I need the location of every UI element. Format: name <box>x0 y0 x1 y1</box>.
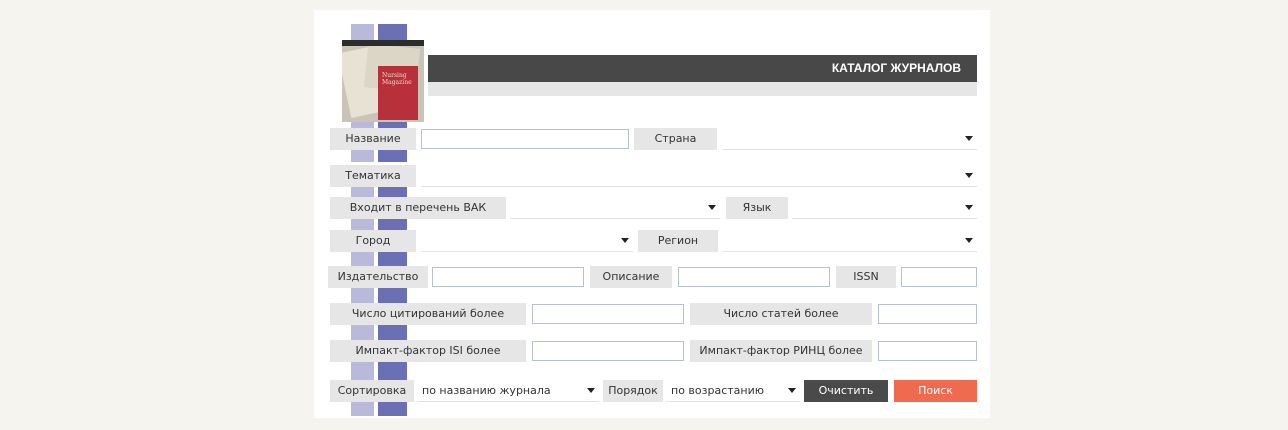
isi-label: Импакт-фактор ISI более <box>330 340 526 362</box>
region-label: Регион <box>638 230 718 252</box>
header-bar: КАТАЛОГ ЖУРНАЛОВ <box>428 55 977 82</box>
isi-input[interactable] <box>532 341 684 361</box>
order-select[interactable]: по возрастанию <box>666 380 800 402</box>
vak-select[interactable] <box>510 197 720 219</box>
sort-select[interactable]: по названию журнала <box>417 380 599 402</box>
journal-catalog-panel: Nursing Magazine КАТАЛОГ ЖУРНАЛОВ Назван… <box>314 10 990 418</box>
description-label: Описание <box>590 266 672 288</box>
chevron-down-icon <box>965 238 973 243</box>
articles-label: Число статей более <box>690 303 872 325</box>
country-select[interactable] <box>723 128 977 150</box>
chevron-down-icon <box>965 205 973 210</box>
citations-input[interactable] <box>532 304 684 324</box>
rinc-input[interactable] <box>878 341 977 361</box>
cover-text: Nursing Magazine <box>382 72 412 86</box>
order-label: Порядок <box>603 380 663 402</box>
description-input[interactable] <box>678 267 830 287</box>
header-sub-bar <box>428 82 977 96</box>
vak-label: Входит в перечень ВАК <box>330 197 506 219</box>
clear-button[interactable]: Очистить <box>804 380 888 402</box>
articles-input[interactable] <box>878 304 977 324</box>
name-input[interactable] <box>421 129 629 149</box>
region-select[interactable] <box>723 230 977 252</box>
citations-label: Число цитирований более <box>330 303 526 325</box>
name-label: Название <box>330 128 416 150</box>
search-button[interactable]: Поиск <box>894 380 977 402</box>
chevron-down-icon <box>587 388 595 393</box>
chevron-down-icon <box>621 238 629 243</box>
chevron-down-icon <box>708 205 716 210</box>
publisher-input[interactable] <box>432 267 584 287</box>
rinc-label: Импакт-фактор РИНЦ более <box>690 340 872 362</box>
subject-label: Тематика <box>330 165 416 187</box>
subject-select[interactable] <box>421 165 977 187</box>
chevron-down-icon <box>965 173 973 178</box>
language-label: Язык <box>726 197 788 219</box>
page-title: КАТАЛОГ ЖУРНАЛОВ <box>831 61 961 75</box>
sort-label: Сортировка <box>330 380 414 402</box>
publisher-label: Издательство <box>328 266 428 288</box>
journals-cover-image: Nursing Magazine <box>342 40 424 122</box>
city-label: Город <box>330 230 416 252</box>
country-label: Страна <box>634 128 717 150</box>
city-select[interactable] <box>421 230 633 252</box>
issn-input[interactable] <box>901 267 977 287</box>
issn-label: ISSN <box>836 266 896 288</box>
language-select[interactable] <box>792 197 977 219</box>
chevron-down-icon <box>965 136 973 141</box>
chevron-down-icon <box>788 388 796 393</box>
